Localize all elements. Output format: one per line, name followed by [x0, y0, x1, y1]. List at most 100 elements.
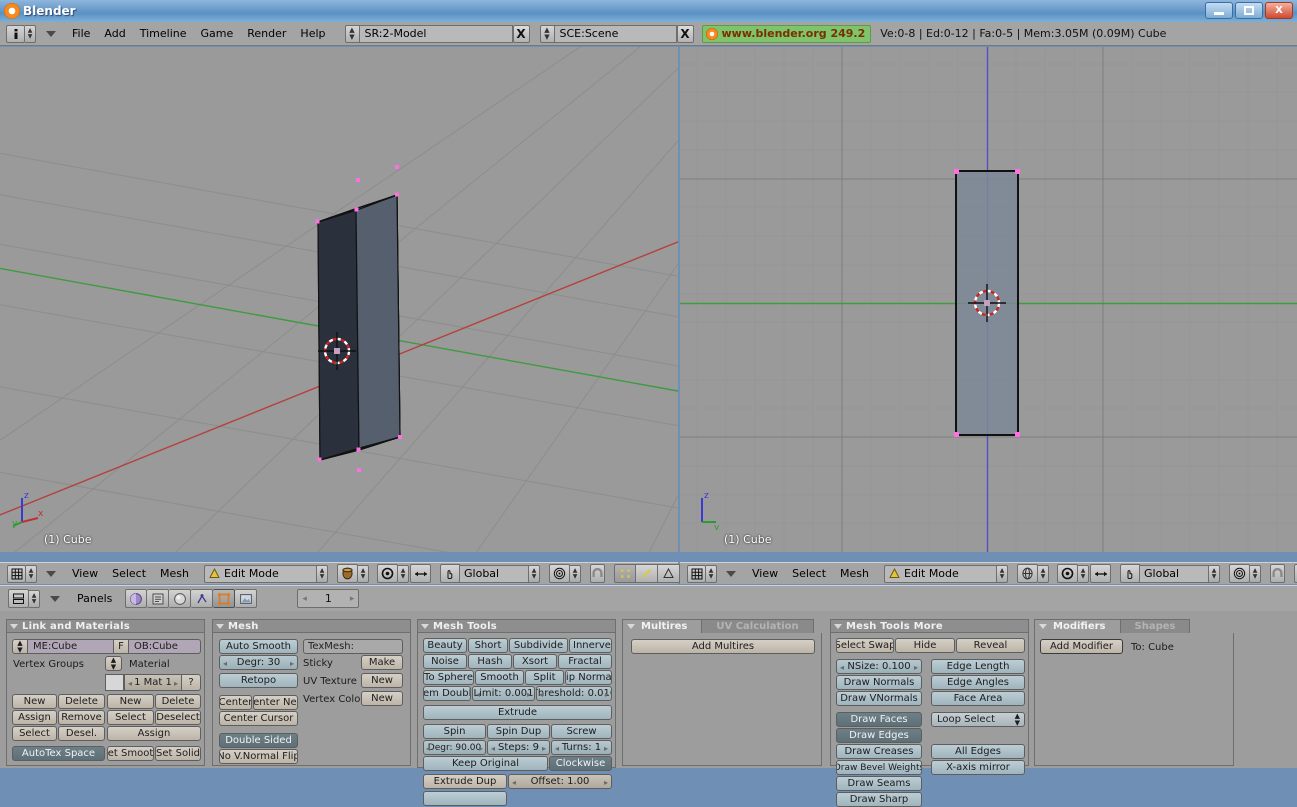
reveal-button[interactable]: Reveal [956, 638, 1025, 653]
scene-browse-button[interactable]: ▲ ▼ [539, 24, 555, 43]
menu-file[interactable]: File [65, 22, 97, 46]
editing-icon[interactable] [213, 589, 236, 608]
world-icon[interactable] [169, 589, 192, 608]
hide-button[interactable]: Hide [895, 638, 955, 653]
viewport-type-spinner[interactable]: ▲ ▼ [706, 564, 717, 583]
face-area-toggle[interactable]: Face Area [931, 691, 1025, 706]
proportional-edit-icon[interactable] [410, 564, 432, 583]
draw-edges-toggle[interactable]: Draw Edges [836, 728, 922, 743]
texmesh-field[interactable]: TexMesh: [303, 639, 403, 654]
draw-vnormals-toggle[interactable]: Draw VNormals [836, 691, 922, 706]
spin-turns-field[interactable]: ◂ Turns: 1 ▸ [551, 740, 612, 755]
extrude-button[interactable]: Extrude [423, 705, 612, 720]
viewport-menu-select[interactable]: Select [105, 562, 153, 586]
spin-degr-field[interactable]: ◂ Degr: 90.00 ▸ [423, 740, 486, 755]
layer-target-icon[interactable] [1229, 564, 1251, 583]
mode-selector[interactable]: Edit Mode [204, 564, 318, 583]
pivot-spinner[interactable]: ▲ ▼ [1078, 564, 1090, 583]
draw-faces-toggle[interactable]: Draw Faces [836, 712, 922, 727]
minimize-button[interactable] [1205, 2, 1233, 19]
panel-header-mesh-tools[interactable]: Mesh Tools [418, 620, 615, 633]
draw-normals-toggle[interactable]: Draw Normals [836, 675, 922, 690]
material-preview-swatch[interactable] [105, 674, 124, 691]
hand-icon[interactable] [1120, 564, 1141, 583]
vertex-color-new-button[interactable]: New [361, 691, 403, 706]
beauty-toggle[interactable]: Beauty [423, 638, 467, 653]
screen-browse-button[interactable]: ▲ ▼ [344, 24, 360, 43]
scene-name-field[interactable]: SCE:Scene [554, 24, 677, 43]
fake-user-button[interactable]: F [114, 639, 129, 654]
vgroup-remove-button[interactable]: Remove [58, 710, 105, 725]
screen-delete-button[interactable]: X [512, 24, 530, 43]
edge-length-toggle[interactable]: Edge Length [931, 659, 1025, 674]
set-smooth-button[interactable]: Set Smooth [107, 746, 154, 761]
extrude-offset-field[interactable]: ◂ Offset: 1.00 ▸ [508, 774, 612, 789]
all-edges-toggle[interactable]: All Edges [931, 744, 1025, 759]
mesh-tools-extra-button[interactable] [423, 791, 507, 806]
menu-timeline[interactable]: Timeline [133, 22, 194, 46]
retopo-toggle[interactable]: Retopo [219, 673, 298, 688]
add-modifier-button[interactable]: Add Modifier [1040, 639, 1123, 654]
material-browse-button[interactable]: ▲ ▼ [105, 656, 122, 671]
select-swap-button[interactable]: Select Swap [836, 638, 894, 653]
mode-selector[interactable]: Edit Mode [884, 564, 998, 583]
object-icon[interactable] [147, 589, 170, 608]
screen-name-field[interactable]: SR:2-Model [359, 24, 513, 43]
collapse-triangle-icon[interactable] [1039, 624, 1047, 629]
subdivide-button[interactable]: Subdivide [509, 638, 568, 653]
object-name-field[interactable]: OB:Cube [129, 639, 201, 654]
viewport-type-spinner[interactable]: ▲ ▼ [26, 564, 37, 583]
viewport-front-ortho[interactable]: z y (1) Cube [680, 47, 1297, 552]
chevron-down-icon[interactable] [726, 570, 736, 577]
collapse-triangle-icon[interactable] [627, 624, 635, 629]
add-multires-button[interactable]: Add Multires [631, 639, 815, 654]
material-delete-button[interactable]: Delete [155, 694, 201, 709]
tab-uv-calculation[interactable]: UV Calculation [702, 619, 814, 633]
menu-add[interactable]: Add [97, 22, 132, 46]
hand-icon[interactable] [440, 564, 461, 583]
smooth-button[interactable]: Smooth [475, 670, 524, 685]
material-help-button[interactable]: ? [182, 674, 201, 691]
shading-spinner[interactable]: ▲ ▼ [1038, 564, 1050, 583]
clockwise-toggle[interactable]: Clockwise [549, 756, 612, 771]
physics-icon[interactable] [191, 589, 214, 608]
snap-magnet-icon[interactable] [590, 564, 606, 583]
sticky-make-button[interactable]: Make [361, 655, 403, 670]
center-new-button[interactable]: Center New [253, 695, 298, 710]
xsort-button[interactable]: Xsort [513, 654, 557, 669]
mode-spinner[interactable]: ▲ ▼ [997, 564, 1009, 583]
nsize-field[interactable]: ◂ NSize: 0.100 ▸ [836, 659, 922, 674]
collapse-triangle-icon[interactable] [421, 623, 429, 629]
vgroup-desel-button[interactable]: Desel. [58, 726, 105, 741]
collapse-triangle-icon[interactable] [216, 623, 224, 629]
buttons-type-spinner[interactable]: ▲ ▼ [29, 589, 40, 608]
keep-original-toggle[interactable]: Keep Original [423, 756, 548, 771]
fractal-button[interactable]: Fractal [558, 654, 612, 669]
shading-spinner[interactable]: ▲ ▼ [358, 564, 370, 583]
edge-angles-toggle[interactable]: Edge Angles [931, 675, 1025, 690]
edge-select-icon[interactable] [636, 564, 659, 583]
draw-sharp-toggle[interactable]: Draw Sharp [836, 792, 922, 807]
auto-smooth-degr-field[interactable]: ◂ Degr: 30 ▸ [219, 655, 298, 670]
viewport-menu-view[interactable]: View [65, 562, 105, 586]
spin-dup-button[interactable]: Spin Dup [487, 724, 550, 739]
pivot-spinner[interactable]: ▲ ▼ [398, 564, 410, 583]
vgroup-new-button[interactable]: New [12, 694, 57, 709]
mesh-name-field[interactable]: ME:Cube [28, 639, 114, 654]
vgroup-delete-button[interactable]: Delete [58, 694, 105, 709]
double-sided-toggle[interactable]: Double Sided [219, 733, 298, 748]
panels-menu[interactable]: Panels [70, 587, 119, 611]
shading-icon[interactable] [125, 589, 148, 608]
mode-spinner[interactable]: ▲ ▼ [317, 564, 329, 583]
info-icon[interactable] [6, 24, 25, 43]
threshold-field[interactable]: ◂ Threshold: 0.010 ▸ [536, 686, 612, 701]
scene-delete-button[interactable]: X [676, 24, 694, 43]
vertex-select-icon[interactable] [614, 564, 637, 583]
draw-creases-toggle[interactable]: Draw Creases [836, 744, 922, 759]
chevron-down-icon[interactable] [46, 570, 56, 577]
scene-render-icon[interactable] [235, 589, 258, 608]
viewport-menu-view[interactable]: View [745, 562, 785, 586]
short-toggle[interactable]: Short [468, 638, 508, 653]
chevron-down-icon[interactable] [50, 595, 60, 602]
material-deselect-button[interactable]: Deselect [155, 710, 201, 725]
